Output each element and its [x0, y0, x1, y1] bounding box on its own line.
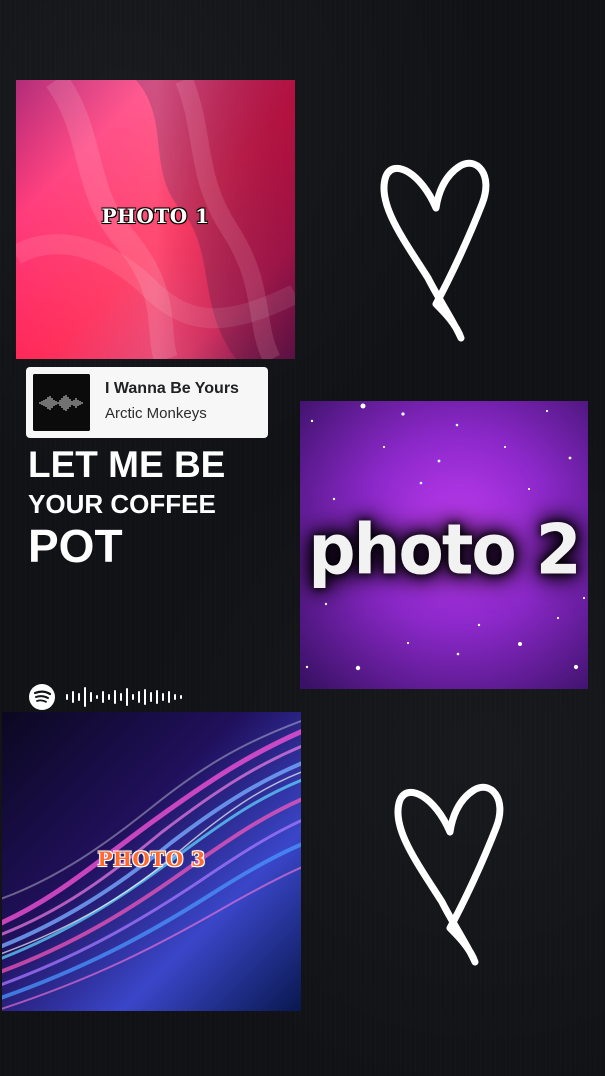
photo-3-label: PHOTO 3	[97, 847, 206, 871]
photo-2-label: photo 2	[308, 508, 581, 591]
soundwave-icon	[33, 374, 90, 431]
album-art	[33, 374, 90, 431]
spotify-code	[29, 683, 187, 711]
lyric-line-1: LET ME BE	[28, 444, 226, 485]
photo-1: PHOTO 1	[16, 80, 295, 359]
song-card[interactable]: I Wanna Be Yours Arctic Monkeys	[26, 367, 268, 438]
photo-3: PHOTO 3	[2, 712, 301, 1011]
song-title: I Wanna Be Yours	[105, 380, 239, 397]
photo-2: photo 2	[300, 401, 588, 689]
lyric-line-3: POT	[28, 520, 123, 572]
spotify-code-icon	[29, 684, 182, 710]
song-artist: Arctic Monkeys	[105, 405, 207, 422]
photo-1-label: PHOTO 1	[101, 204, 210, 228]
lyric-line-2: YOUR COFFEE	[28, 489, 216, 519]
lyrics-block: LET ME BE YOUR COFFEE POT	[28, 446, 225, 569]
